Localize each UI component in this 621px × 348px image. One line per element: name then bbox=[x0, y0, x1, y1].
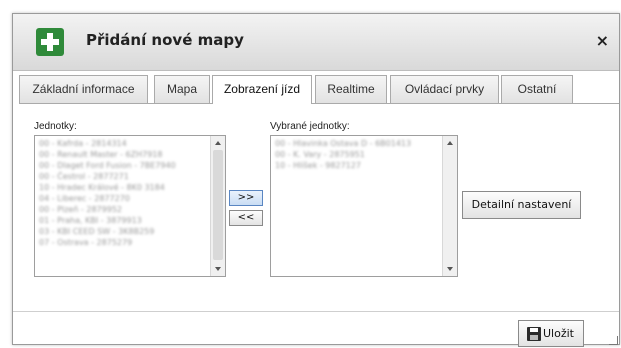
add-map-dialog: Přidání nové mapy × Základní informace M… bbox=[12, 13, 620, 347]
list-item[interactable]: 10 - Hlíšek - 9827127 bbox=[275, 160, 441, 171]
scroll-thumb[interactable] bbox=[213, 150, 223, 260]
selected-units-listbox[interactable]: 00 - Hlavinka Ostava D - 6B01413 00 - K.… bbox=[270, 135, 458, 277]
add-units-button[interactable]: >> bbox=[229, 190, 263, 206]
tab-basic-info[interactable]: Základní informace bbox=[19, 75, 148, 103]
save-button[interactable]: Uložit bbox=[518, 320, 584, 347]
scroll-up-icon[interactable] bbox=[215, 141, 221, 145]
tab-controls[interactable]: Ovládací prvky bbox=[390, 75, 499, 103]
list-item[interactable]: 00 - Renault Master - 6ZH7918 bbox=[39, 149, 209, 160]
units-items: 00 - Kafrda - 2814314 00 - Renault Maste… bbox=[39, 138, 209, 248]
list-item[interactable]: 00 - Dlaget Ford Fusion - 7BE7940 bbox=[39, 160, 209, 171]
save-button-label: Uložit bbox=[543, 327, 574, 340]
list-item[interactable]: 00 - Plzeň - 2879952 bbox=[39, 204, 209, 215]
list-item[interactable]: 04 - Liberec - 2877270 bbox=[39, 193, 209, 204]
scroll-down-icon[interactable] bbox=[215, 267, 221, 271]
add-plus-icon bbox=[36, 28, 64, 56]
close-button[interactable]: × bbox=[596, 31, 609, 50]
detail-settings-button[interactable]: Detailní nastavení bbox=[462, 191, 581, 219]
list-item[interactable]: 10 - Hradec Králové - 8K0 3184 bbox=[39, 182, 209, 193]
tab-realtime[interactable]: Realtime bbox=[315, 75, 387, 103]
dialog-titlebar: Přidání nové mapy × bbox=[13, 14, 619, 71]
list-item[interactable]: 00 - Čestrol - 2877271 bbox=[39, 171, 209, 182]
list-item[interactable]: 00 - K. Vary - 2875951 bbox=[275, 149, 441, 160]
list-item[interactable]: 01 - Praha, KBI - 3879913 bbox=[39, 215, 209, 226]
units-listbox[interactable]: 00 - Kafrda - 2814314 00 - Renault Maste… bbox=[34, 135, 226, 277]
remove-units-button[interactable]: << bbox=[229, 210, 263, 226]
scroll-down-icon[interactable] bbox=[447, 267, 453, 271]
units-label: Jednotky: bbox=[34, 121, 77, 132]
dialog-title: Přidání nové mapy bbox=[86, 31, 244, 49]
scroll-up-icon[interactable] bbox=[447, 141, 453, 145]
resize-grip-icon[interactable] bbox=[609, 336, 618, 345]
units-scrollbar[interactable] bbox=[210, 136, 225, 276]
floppy-disk-icon bbox=[527, 327, 541, 341]
tab-map[interactable]: Mapa bbox=[154, 75, 210, 103]
tab-other[interactable]: Ostatní bbox=[501, 75, 573, 103]
list-item[interactable]: 07 - Ostrava - 2875279 bbox=[39, 237, 209, 248]
tab-bar: Základní informace Mapa Zobrazení jízd R… bbox=[19, 75, 619, 104]
selected-units-label: Vybrané jednotky: bbox=[270, 121, 350, 132]
selected-units-scrollbar[interactable] bbox=[442, 136, 457, 276]
footer-divider bbox=[13, 311, 619, 312]
selected-units-items: 00 - Hlavinka Ostava D - 6B01413 00 - K.… bbox=[275, 138, 441, 171]
list-item[interactable]: 00 - Kafrda - 2814314 bbox=[39, 138, 209, 149]
tab-ride-display[interactable]: Zobrazení jízd bbox=[212, 75, 312, 104]
list-item[interactable]: 03 - KBI CEED SW - 3K8B259 bbox=[39, 226, 209, 237]
list-item[interactable]: 00 - Hlavinka Ostava D - 6B01413 bbox=[275, 138, 441, 149]
